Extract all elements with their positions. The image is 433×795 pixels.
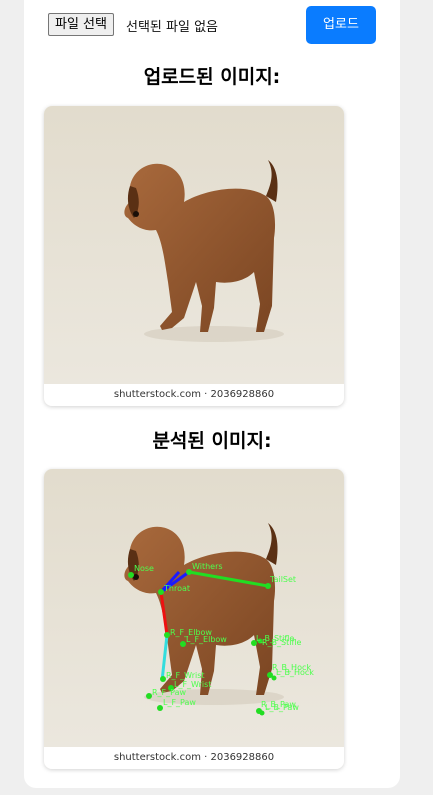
uploaded-image-title: 업로드된 이미지:: [143, 66, 281, 88]
file-status-text: 선택된 파일 없음: [126, 20, 218, 35]
analyzed-image-title: 분석된 이미지:: [152, 430, 272, 452]
label-r-f-wrist: R_F_Wrist: [166, 671, 205, 680]
upload-row: 파일 선택 선택된 파일 없음 업로드: [48, 6, 376, 44]
label-throat: Throat: [163, 584, 190, 593]
label-l-b-paw: L_B_Paw: [265, 703, 299, 712]
label-r-f-paw: R_F_Paw: [152, 688, 187, 697]
image-watermark: shutterstock.com · 2036928860: [44, 747, 344, 769]
image-watermark: shutterstock.com · 2036928860: [44, 384, 344, 406]
analyzed-image: Nose Withers Throat TailSet R_F_Elbow L_…: [44, 469, 344, 769]
keypoint-l-b-paw: [259, 710, 265, 716]
label-l-f-paw: L_F_Paw: [163, 698, 196, 707]
label-l-b-hock: L_B_Hock: [276, 668, 314, 677]
dog-photo: [44, 106, 344, 406]
label-r-b-stifle: R_B_Stifle: [262, 638, 302, 647]
label-nose: Nose: [134, 564, 154, 573]
pose-overlay-photo: Nose Withers Throat TailSet R_F_Elbow L_…: [44, 469, 344, 769]
uploaded-image: shutterstock.com · 2036928860: [44, 106, 344, 406]
upload-button[interactable]: 업로드: [306, 6, 376, 44]
label-l-f-elbow: L_F_Elbow: [186, 635, 227, 644]
label-withers: Withers: [192, 562, 223, 571]
label-tailset: TailSet: [269, 575, 296, 584]
choose-file-button[interactable]: 파일 선택: [48, 13, 114, 36]
